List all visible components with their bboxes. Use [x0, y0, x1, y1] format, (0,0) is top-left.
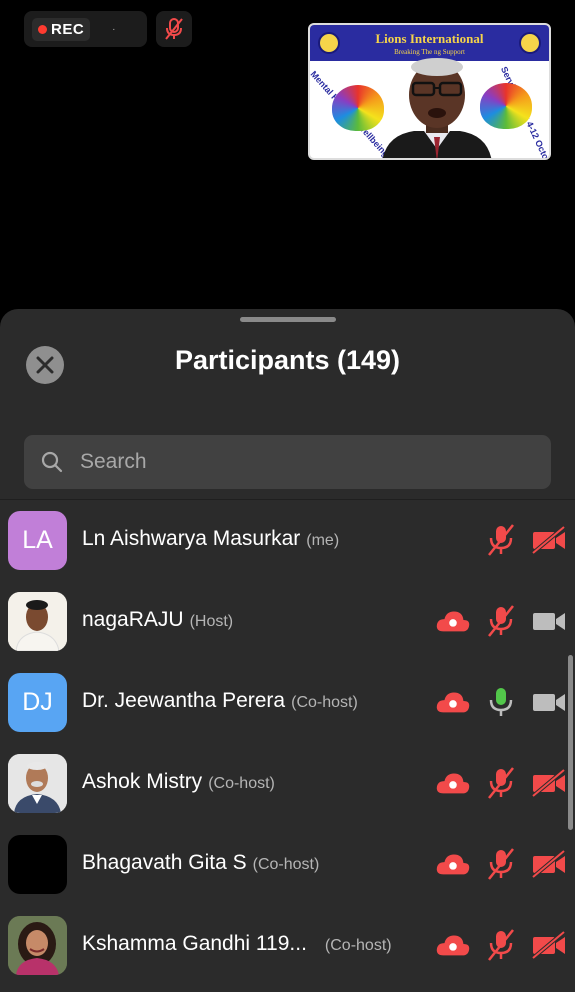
participant-controls [435, 605, 567, 637]
participant-row[interactable]: Ashok Mistry (Co-host) [0, 747, 575, 828]
participant-name: Ln Aishwarya Masurkar [82, 527, 301, 550]
participant-row[interactable]: DJ Dr. Jeewantha Perera (Co-host) [0, 666, 575, 747]
participant-row[interactable]: Kshamma Gandhi 119... (Co-host) [0, 909, 575, 990]
avatar-initials: LA [22, 526, 53, 554]
profile-photo [8, 592, 67, 651]
scrollbar[interactable] [568, 655, 573, 830]
participant-controls [483, 524, 567, 556]
lions-logo-icon [519, 32, 541, 54]
participant-controls [435, 929, 567, 961]
mic-off-icon[interactable] [483, 605, 519, 637]
cloud-record-icon [435, 686, 471, 718]
recording-indicator[interactable]: REC · [24, 11, 147, 47]
avatar [8, 916, 67, 975]
avatar: LA [8, 511, 67, 570]
participant-name: Ashok Mistry [82, 770, 203, 793]
cloud-record-icon [435, 848, 471, 880]
participant-row[interactable]: nagaRAJU (Host) [0, 585, 575, 666]
avatar-initials: DJ [22, 688, 53, 716]
mic-off-icon[interactable] [483, 767, 519, 799]
record-dot-icon [38, 24, 47, 34]
participant-role: (Co-host) [208, 775, 275, 792]
video-on-icon[interactable] [531, 605, 567, 637]
mic-on-icon[interactable] [483, 686, 519, 718]
participants-panel: Participants (149) Search LA Ln Aishwary… [0, 309, 575, 992]
participant-role: (Co-host) [291, 694, 358, 711]
participant-row[interactable]: LA Ln Aishwarya Masurkar (me) [0, 504, 575, 585]
participant-name-line: nagaRAJU (Host) [82, 608, 233, 632]
rec-extra: · [112, 23, 116, 35]
search-icon [41, 451, 63, 473]
participant-role: (Co-host) [252, 856, 320, 873]
participant-role: (Co-host) [324, 937, 392, 954]
panel-title: Participants (149) [174, 345, 401, 375]
participant-controls [435, 686, 567, 718]
speaker-figure [382, 58, 492, 158]
mic-off-icon[interactable] [483, 524, 519, 556]
search-input[interactable]: Search [24, 435, 551, 489]
mic-off-icon [165, 18, 183, 40]
divider [0, 499, 575, 500]
participant-controls [435, 848, 567, 880]
mic-muted-button[interactable] [156, 11, 192, 47]
avatar [8, 835, 67, 894]
participant-list: LA Ln Aishwarya Masurkar (me) nagaRAJU (… [0, 504, 575, 990]
participant-role: (Host) [189, 613, 234, 630]
participant-name: Bhagavath Gita S [82, 851, 247, 874]
profile-photo [8, 916, 67, 975]
participant-controls [435, 767, 567, 799]
rec-label: REC [51, 20, 85, 38]
participant-name: nagaRAJU [82, 608, 184, 631]
avatar [8, 754, 67, 813]
profile-photo [8, 754, 67, 813]
participant-name-line: Kshamma Gandhi 119... (Co-host) [82, 932, 392, 956]
participant-role: (me) [306, 532, 340, 549]
participant-name-line: Ashok Mistry (Co-host) [82, 770, 275, 794]
rec-badge: REC [32, 17, 91, 41]
drag-handle[interactable] [240, 317, 336, 322]
cloud-record-icon [435, 929, 471, 961]
cloud-record-icon [435, 767, 471, 799]
lions-logo-icon [318, 32, 340, 54]
participant-name: Kshamma Gandhi 119... [82, 932, 307, 955]
cloud-record-icon [435, 605, 471, 637]
video-off-icon[interactable] [531, 848, 567, 880]
participant-row[interactable]: Bhagavath Gita S (Co-host) [0, 828, 575, 909]
avatar: DJ [8, 673, 67, 732]
mic-off-icon[interactable] [483, 848, 519, 880]
participant-name-line: Dr. Jeewantha Perera (Co-host) [82, 689, 358, 713]
video-on-icon[interactable] [531, 686, 567, 718]
video-off-icon[interactable] [531, 767, 567, 799]
participant-name-line: Ln Aishwarya Masurkar (me) [82, 527, 339, 551]
video-off-icon[interactable] [531, 929, 567, 961]
mic-off-icon[interactable] [483, 929, 519, 961]
participant-name: Dr. Jeewantha Perera [82, 689, 286, 712]
active-speaker-video[interactable]: Lions International Breaking The ng Supp… [308, 23, 551, 160]
avatar [8, 592, 67, 651]
search-placeholder: Search [80, 450, 147, 473]
participant-name-line: Bhagavath Gita S (Co-host) [82, 851, 319, 875]
video-off-icon[interactable] [531, 524, 567, 556]
